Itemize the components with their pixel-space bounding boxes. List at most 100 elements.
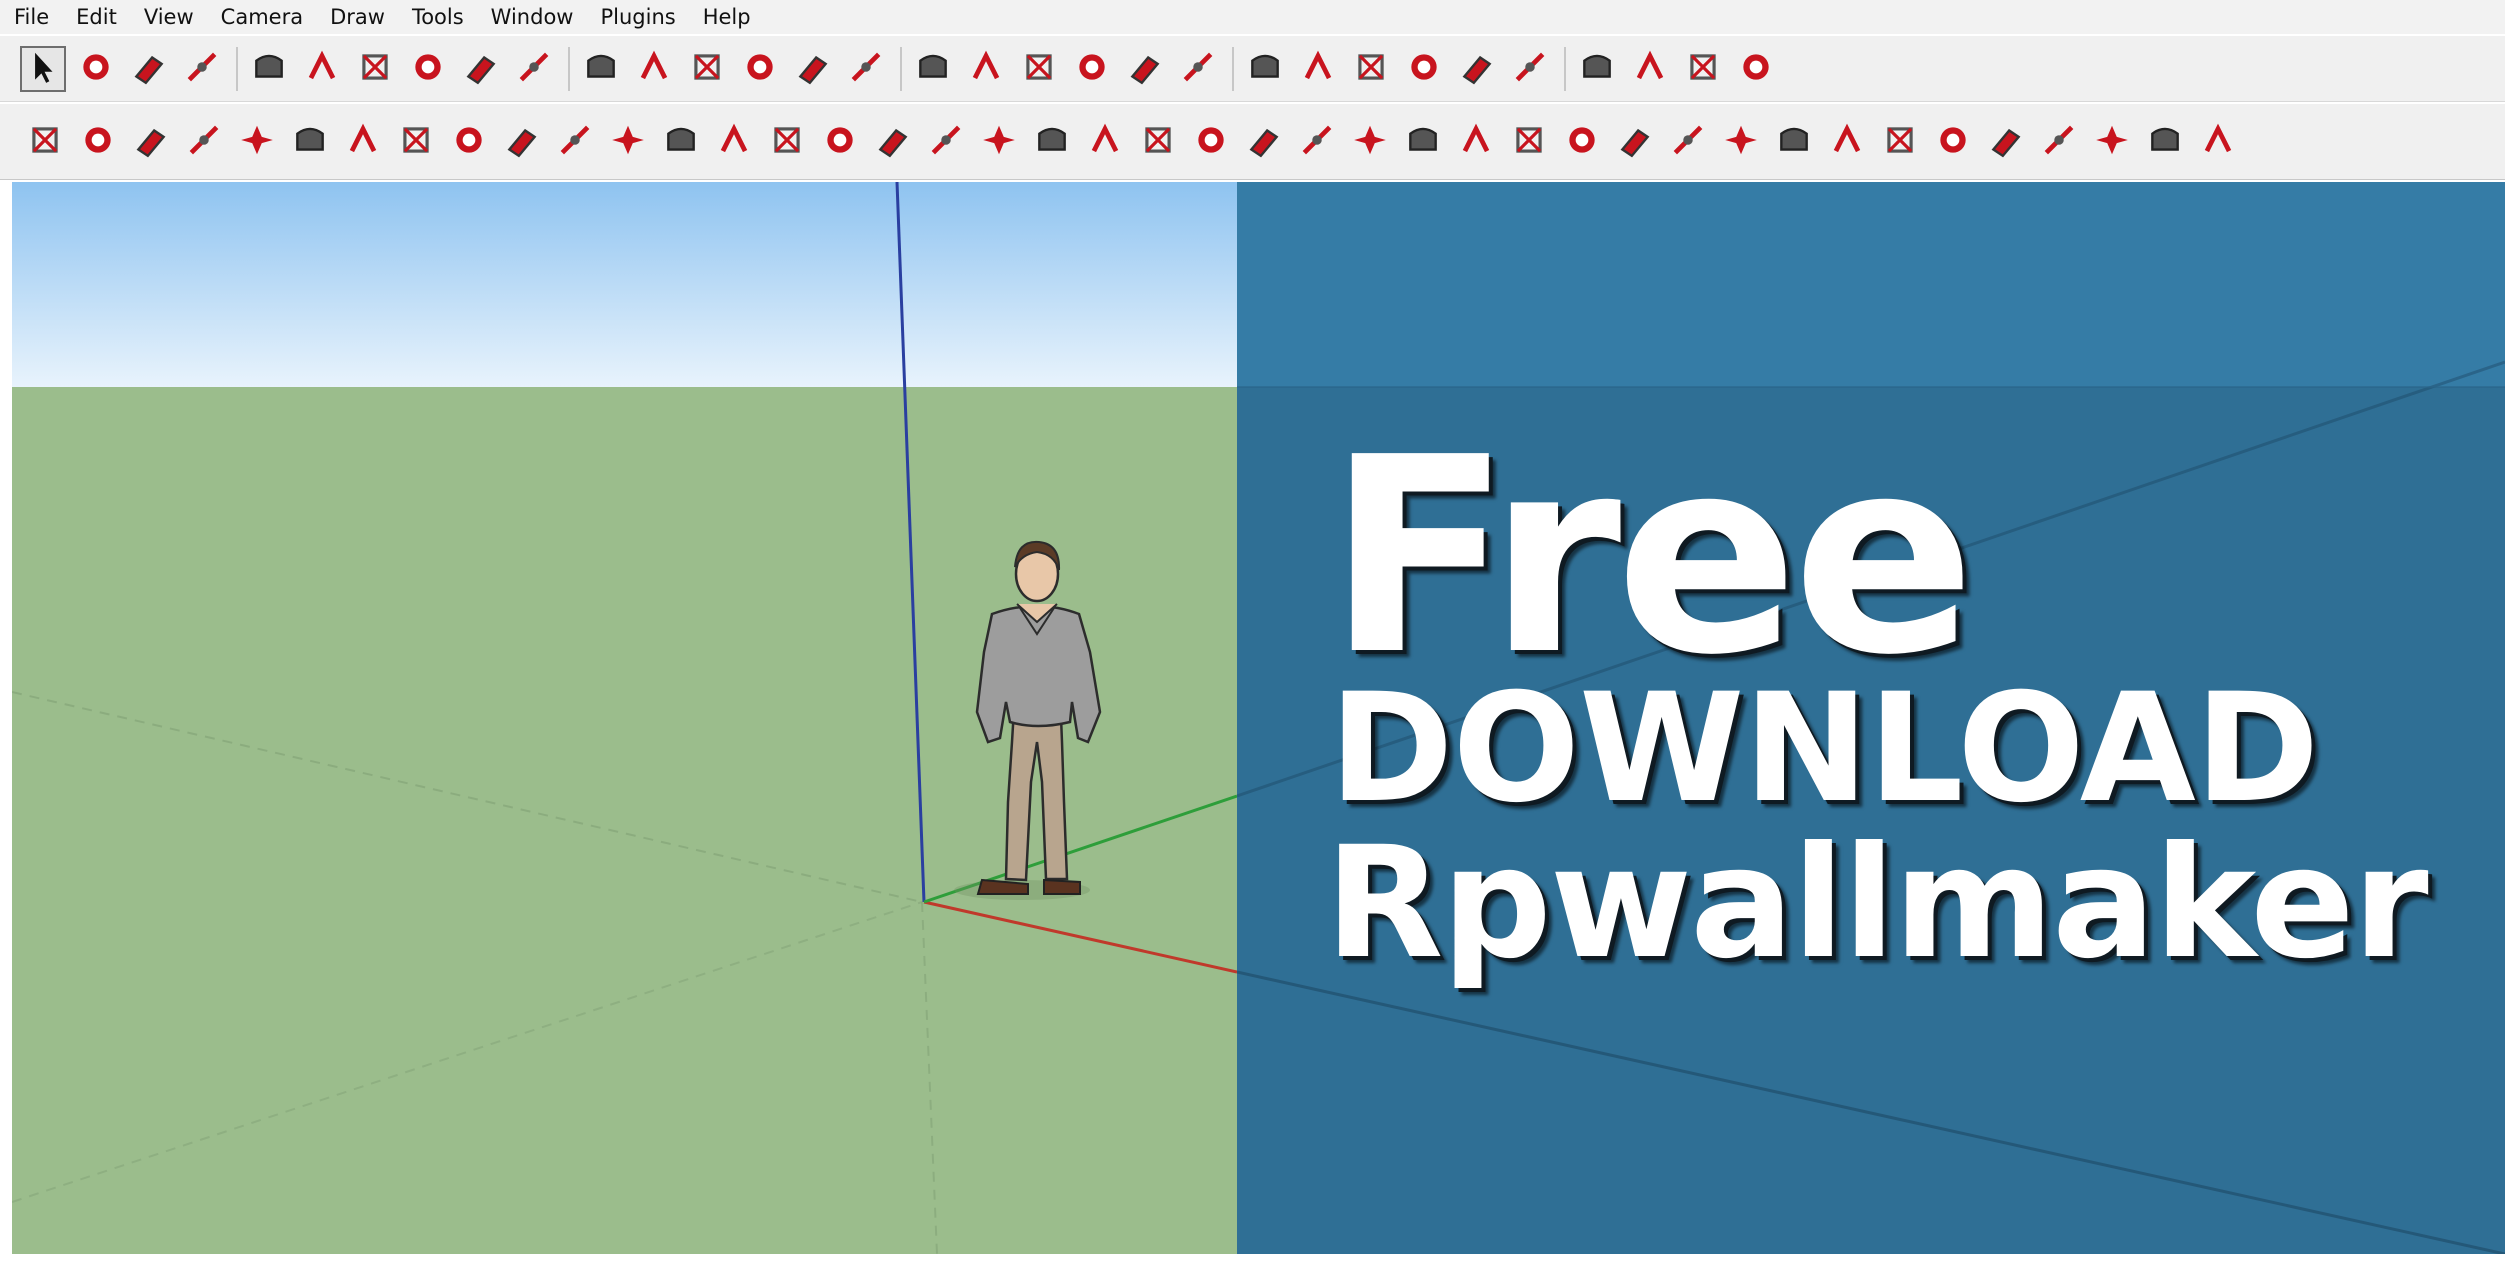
- tool-select-arrow-button[interactable]: [20, 45, 66, 92]
- plugin-plugin-tool-41-button[interactable]: [2142, 119, 2188, 165]
- tool-freehand-button[interactable]: [511, 46, 557, 92]
- tool-scale-button[interactable]: [790, 46, 836, 92]
- tool-previous-view-button[interactable]: [1507, 46, 1553, 92]
- pan-hand-icon: [1299, 48, 1337, 90]
- plugin-plugin-tool-29-button[interactable]: [1506, 119, 1552, 165]
- plugin-plugin-tool-20-button[interactable]: [1029, 119, 1075, 165]
- menu-edit[interactable]: Edit: [76, 5, 117, 29]
- tool-line-pencil-button[interactable]: [299, 46, 345, 92]
- plugin-plugin-tool-24-button[interactable]: [1241, 119, 1287, 165]
- tool-make-component-button[interactable]: [73, 46, 119, 92]
- plugin-plugin-tool-7-button[interactable]: [340, 119, 386, 165]
- menu-tools[interactable]: Tools: [412, 5, 464, 29]
- tool-position-camera-button[interactable]: [1574, 46, 1620, 92]
- tool-text-label-button[interactable]: [1069, 46, 1115, 92]
- plugin-plugin-tool-5-button[interactable]: [234, 119, 280, 165]
- plugin-plugin-tool-1-button[interactable]: [22, 119, 68, 165]
- plugin-plugin-tool-36-button[interactable]: [1877, 119, 1923, 165]
- tool-look-around-button[interactable]: [1627, 46, 1673, 92]
- tool-offset-button[interactable]: [843, 46, 889, 92]
- plugin-plugin-tool-22-button[interactable]: [1135, 119, 1181, 165]
- plugin-plugin-tool-30-button[interactable]: [1559, 119, 1605, 165]
- text-label-icon: [1073, 48, 1111, 90]
- plugin-plugin-tool-17-button[interactable]: [870, 119, 916, 165]
- plugin-plugin-tool-32-button[interactable]: [1665, 119, 1711, 165]
- menu-file[interactable]: File: [14, 5, 49, 29]
- plugin-plugin-tool-28-button[interactable]: [1453, 119, 1499, 165]
- tool-dimension-button[interactable]: [963, 46, 1009, 92]
- plugin-plugin-tool-10-button[interactable]: [499, 119, 545, 165]
- plugin-tool-14-icon: [715, 121, 753, 163]
- plugin-plugin-tool-19-button[interactable]: [976, 119, 1022, 165]
- plugin-plugin-tool-11-button[interactable]: [552, 119, 598, 165]
- plugin-plugin-tool-18-button[interactable]: [923, 119, 969, 165]
- tool-eraser-button[interactable]: [179, 46, 225, 92]
- tool-rectangle-button[interactable]: [246, 46, 292, 92]
- plugin-plugin-tool-26-button[interactable]: [1347, 119, 1393, 165]
- plugin-plugin-tool-6-button[interactable]: [287, 119, 333, 165]
- plugin-plugin-tool-8-button[interactable]: [393, 119, 439, 165]
- plugin-plugin-tool-4-button[interactable]: [181, 119, 227, 165]
- plugin-tool-8-icon: [397, 121, 435, 163]
- plugin-tool-42-icon: [2199, 121, 2237, 163]
- plugin-plugin-tool-21-button[interactable]: [1082, 119, 1128, 165]
- plugin-plugin-tool-31-button[interactable]: [1612, 119, 1658, 165]
- 3d-text-icon: [1179, 48, 1217, 90]
- tool-zoom-window-button[interactable]: [1401, 46, 1447, 92]
- menu-window[interactable]: Window: [491, 5, 574, 29]
- tool-rotate-button[interactable]: [684, 46, 730, 92]
- plugin-plugin-tool-2-button[interactable]: [75, 119, 121, 165]
- plugin-tool-21-icon: [1086, 121, 1124, 163]
- plugin-plugin-tool-15-button[interactable]: [764, 119, 810, 165]
- tool-follow-me-button[interactable]: [737, 46, 783, 92]
- plugin-plugin-tool-27-button[interactable]: [1400, 119, 1446, 165]
- plugin-plugin-tool-34-button[interactable]: [1771, 119, 1817, 165]
- toolbar-separator: [1232, 46, 1234, 91]
- tool-pan-hand-button[interactable]: [1295, 46, 1341, 92]
- plugin-tool-30-icon: [1563, 121, 1601, 163]
- tool-walk-button[interactable]: [1680, 46, 1726, 92]
- tool-zoom-extents-button[interactable]: [1454, 46, 1500, 92]
- plugin-plugin-tool-42-button[interactable]: [2195, 119, 2241, 165]
- plugin-plugin-tool-3-button[interactable]: [128, 119, 174, 165]
- plugin-plugin-tool-23-button[interactable]: [1188, 119, 1234, 165]
- tool-circle-button[interactable]: [352, 46, 398, 92]
- plugin-plugin-tool-16-button[interactable]: [817, 119, 863, 165]
- tool-push-pull-button[interactable]: [631, 46, 677, 92]
- look-around-icon: [1631, 48, 1669, 90]
- menu-help[interactable]: Help: [703, 5, 751, 29]
- rotate-icon: [688, 48, 726, 90]
- menu-camera[interactable]: Camera: [221, 5, 303, 29]
- tool-tape-measure-button[interactable]: [910, 46, 956, 92]
- tool-section-plane-button[interactable]: [1733, 46, 1779, 92]
- menu-view[interactable]: View: [144, 5, 194, 29]
- plugin-plugin-tool-13-button[interactable]: [658, 119, 704, 165]
- plugin-plugin-tool-9-button[interactable]: [446, 119, 492, 165]
- plugin-plugin-tool-12-button[interactable]: [605, 119, 651, 165]
- plugin-plugin-tool-25-button[interactable]: [1294, 119, 1340, 165]
- tool-arc-button[interactable]: [405, 46, 451, 92]
- menu-plugins[interactable]: Plugins: [600, 5, 675, 29]
- plugin-tool-24-icon: [1245, 121, 1283, 163]
- modeling-viewport[interactable]: [12, 182, 1237, 1254]
- tool-axes-button[interactable]: [1122, 46, 1168, 92]
- axes-icon: [1126, 48, 1164, 90]
- plugin-plugin-tool-39-button[interactable]: [2036, 119, 2082, 165]
- push-pull-icon: [635, 48, 673, 90]
- tool-protractor-button[interactable]: [1016, 46, 1062, 92]
- menu-draw[interactable]: Draw: [330, 5, 385, 29]
- plugin-plugin-tool-14-button[interactable]: [711, 119, 757, 165]
- plugin-tool-40-icon: [2093, 121, 2131, 163]
- tool-paint-bucket-button[interactable]: [126, 46, 172, 92]
- plugin-plugin-tool-35-button[interactable]: [1824, 119, 1870, 165]
- plugin-plugin-tool-33-button[interactable]: [1718, 119, 1764, 165]
- tool-polygon-button[interactable]: [458, 46, 504, 92]
- tool-move-button[interactable]: [578, 46, 624, 92]
- tool-orbit-button[interactable]: [1242, 46, 1288, 92]
- tool-3d-text-button[interactable]: [1175, 46, 1221, 92]
- circle-icon: [356, 48, 394, 90]
- tool-zoom-button[interactable]: [1348, 46, 1394, 92]
- plugin-plugin-tool-38-button[interactable]: [1983, 119, 2029, 165]
- plugin-plugin-tool-37-button[interactable]: [1930, 119, 1976, 165]
- plugin-plugin-tool-40-button[interactable]: [2089, 119, 2135, 165]
